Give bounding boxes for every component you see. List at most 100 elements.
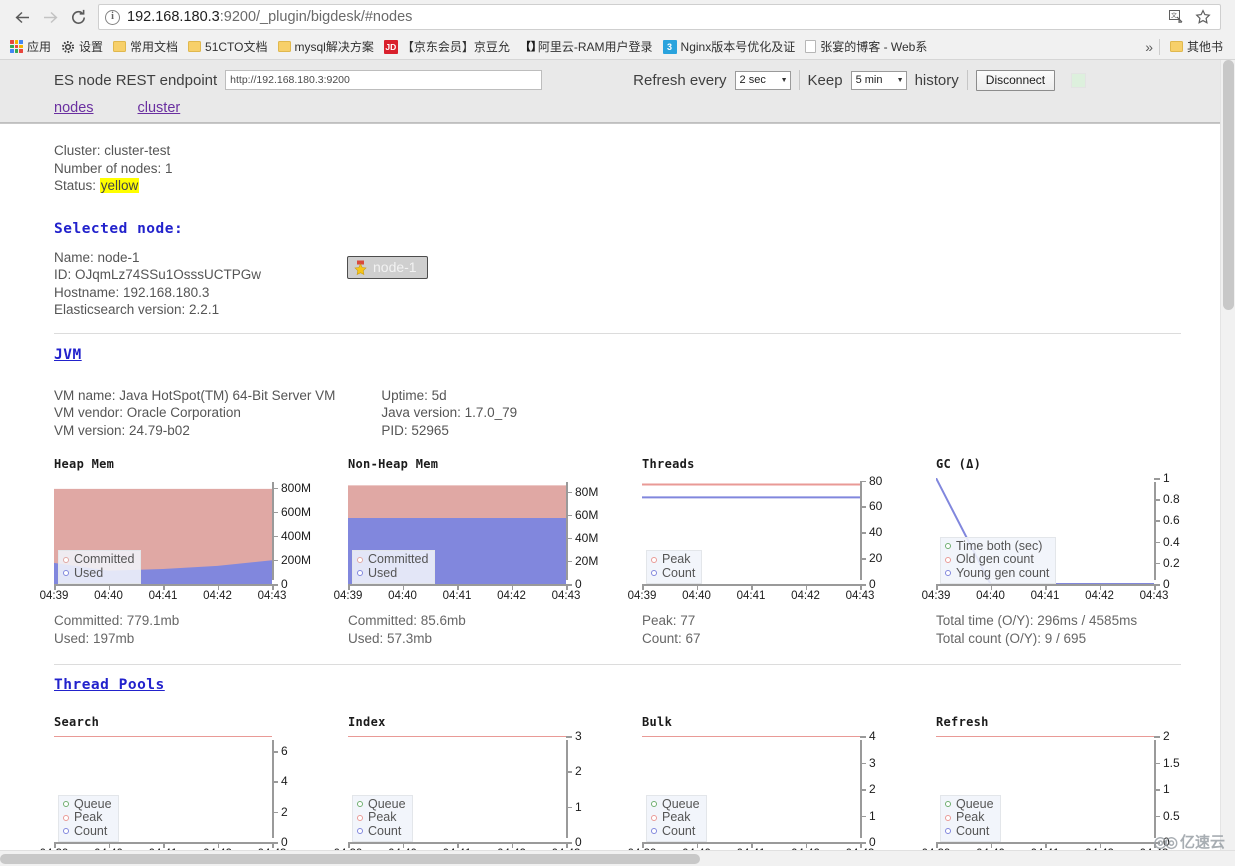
bookmark-jd-member[interactable]: JD 【京东会员】京豆允: [380, 36, 516, 57]
y-axis: 0 20 40 60 80: [860, 475, 916, 590]
tab-nodes[interactable]: nodes: [54, 100, 94, 116]
bookmarks-overflow-button[interactable]: »: [1145, 39, 1153, 55]
bookmark-label: mysql解决方案: [294, 40, 374, 54]
chart-legend: Queue Peak Count: [58, 794, 119, 842]
bookmark-mysql-solutions[interactable]: mysql解决方案: [274, 36, 380, 57]
bookmark-common-docs[interactable]: 常用文档: [109, 36, 184, 57]
x-tick-label: 04:42: [497, 590, 526, 602]
gc-total-time: Total time (O/Y): 296ms / 4585ms: [936, 613, 1138, 628]
legend-label: Queue: [662, 796, 700, 811]
x-tick-label: 04:40: [682, 590, 711, 602]
y-axis: 0 0.2 0.4 0.6 0.8 1: [1154, 472, 1210, 590]
y-tick-label: 1: [1163, 782, 1170, 796]
horizontal-scrollbar[interactable]: [0, 850, 1235, 866]
y-tick: [860, 815, 866, 817]
keep-history-select[interactable]: 5 min ▼: [850, 70, 907, 90]
x-tick-label: 04:43: [1139, 590, 1169, 602]
legend-item: Count: [651, 566, 695, 581]
legend-label: Peak: [368, 810, 397, 824]
cluster-status-line: Status: yellow: [54, 177, 1235, 195]
cluster-info: Cluster: cluster-test Number of nodes: 1…: [0, 142, 1235, 195]
legend-marker-icon: [651, 801, 657, 808]
y-tick: [566, 560, 572, 563]
forward-arrow-icon: [36, 3, 64, 31]
chart-title: Threads: [642, 457, 695, 471]
y-tick: [860, 532, 866, 534]
folder-icon: [277, 41, 291, 52]
x-axis: 04:39 04:40 04:41 04:42 04:43: [628, 586, 874, 602]
chart-canvas: Peak Count 0 20 40 60 80 04:39 04:40 04:41 04:42 04…: [628, 475, 916, 602]
legend-marker-icon: [945, 828, 951, 835]
url-host: 192.168.180.3: [127, 9, 220, 25]
info-icon[interactable]: i: [105, 9, 120, 25]
y-tick: [272, 511, 278, 514]
star-icon[interactable]: [1192, 6, 1214, 28]
node-id-line: ID: OJqmLz74SSu1OsssUCTPGw: [54, 267, 262, 282]
threads-peak: Peak: 77: [642, 613, 696, 628]
vertical-scrollbar[interactable]: [1220, 60, 1235, 866]
heap-used: Used: 197mb: [54, 631, 135, 646]
bookmark-apps[interactable]: 应用: [6, 36, 57, 57]
axis-line: [1154, 482, 1156, 580]
chart-title: Heap Mem: [54, 457, 115, 471]
address-bar[interactable]: i 192.168.180.3:9200/_plugin/bigdesk/#no…: [98, 4, 1221, 30]
y-tick: [1154, 789, 1160, 791]
bookmark-51cto-docs[interactable]: 51CTO文档: [184, 36, 273, 57]
chart-canvas: QueuePeakCount0123404:3904:4004:4104:420…: [628, 730, 914, 860]
y-tick: [1154, 736, 1160, 738]
jvm-pid: PID: 52965: [381, 422, 449, 438]
nonheap-committed: Committed: 85.6mb: [348, 613, 466, 628]
x-tick-label: 04:41: [1030, 590, 1060, 602]
bookmark-settings[interactable]: 设置: [57, 36, 109, 57]
x-tick-label: 04:39: [627, 590, 657, 602]
endpoint-label: ES node REST endpoint: [54, 71, 218, 89]
translate-icon[interactable]: 文: [1166, 6, 1188, 28]
chart-legend: Queue Peak Count: [940, 794, 1001, 842]
chart-legend: Committed Used: [352, 550, 436, 584]
y-tick: [272, 487, 278, 490]
chart-canvas: Committed Used 0 200M 400M 600M 800M 04:39 04:40…: [40, 478, 326, 602]
status-label: Status:: [54, 178, 97, 193]
tab-cluster[interactable]: cluster: [138, 100, 181, 116]
y-tick-label: 3: [575, 729, 582, 743]
watermark-icon: ◎◎: [1153, 833, 1178, 851]
axis-line: [272, 740, 274, 838]
x-tick-label: 04:41: [736, 590, 766, 602]
refresh-interval-select[interactable]: 2 sec ▼: [734, 70, 791, 90]
endpoint-input[interactable]: [225, 70, 543, 90]
legend-marker-icon: [357, 814, 363, 821]
y-tick: [1154, 499, 1160, 501]
back-arrow-icon[interactable]: [8, 3, 36, 31]
legend-item: Queue: [357, 797, 406, 812]
plot-area: Peak Count: [642, 478, 860, 584]
y-tick-label: 1: [575, 799, 582, 814]
chart-title: Non-Heap Mem: [348, 457, 439, 471]
reload-icon[interactable]: [64, 3, 92, 31]
legend-item: Young gen count: [945, 566, 1049, 581]
y-tick: [272, 751, 278, 753]
jvm-heading: JVM: [54, 346, 82, 363]
node-chip-node-1[interactable]: node-1: [347, 256, 428, 279]
legend-item: Committed: [63, 552, 134, 567]
bookmark-other[interactable]: 其他书: [1166, 36, 1229, 57]
y-tick-label: 0.2: [1163, 555, 1180, 570]
y-tick-label: 40M: [575, 530, 599, 545]
y-tick: [566, 771, 572, 773]
legend-label: Committed: [368, 552, 429, 566]
bookmark-zhangyan-blog[interactable]: 张宴的博客 - Web系: [801, 36, 933, 57]
bookmark-aliyun-ram[interactable]: 【】 阿里云-RAM用户登录: [516, 36, 659, 57]
legend-label: Count: [74, 823, 108, 838]
disconnect-button[interactable]: Disconnect: [975, 69, 1056, 91]
legend-label: Count: [662, 823, 696, 838]
x-axis: 04:39 04:40 04:41 04:42 04:43: [334, 586, 580, 602]
y-tick: [1154, 541, 1160, 544]
bookmark-nginx[interactable]: 3 Nginx版本号优化及证: [659, 36, 802, 57]
watermark: ◎◎ 亿速云: [1154, 831, 1225, 852]
y-tick: [860, 480, 866, 483]
watermark-text: 亿速云: [1179, 834, 1225, 851]
scrollbar-thumb[interactable]: [0, 854, 700, 864]
x-tick-label: 04:40: [94, 590, 123, 602]
axis-line: [272, 482, 274, 580]
bookmark-label: 常用文档: [130, 40, 179, 54]
scrollbar-thumb[interactable]: [1223, 60, 1234, 310]
